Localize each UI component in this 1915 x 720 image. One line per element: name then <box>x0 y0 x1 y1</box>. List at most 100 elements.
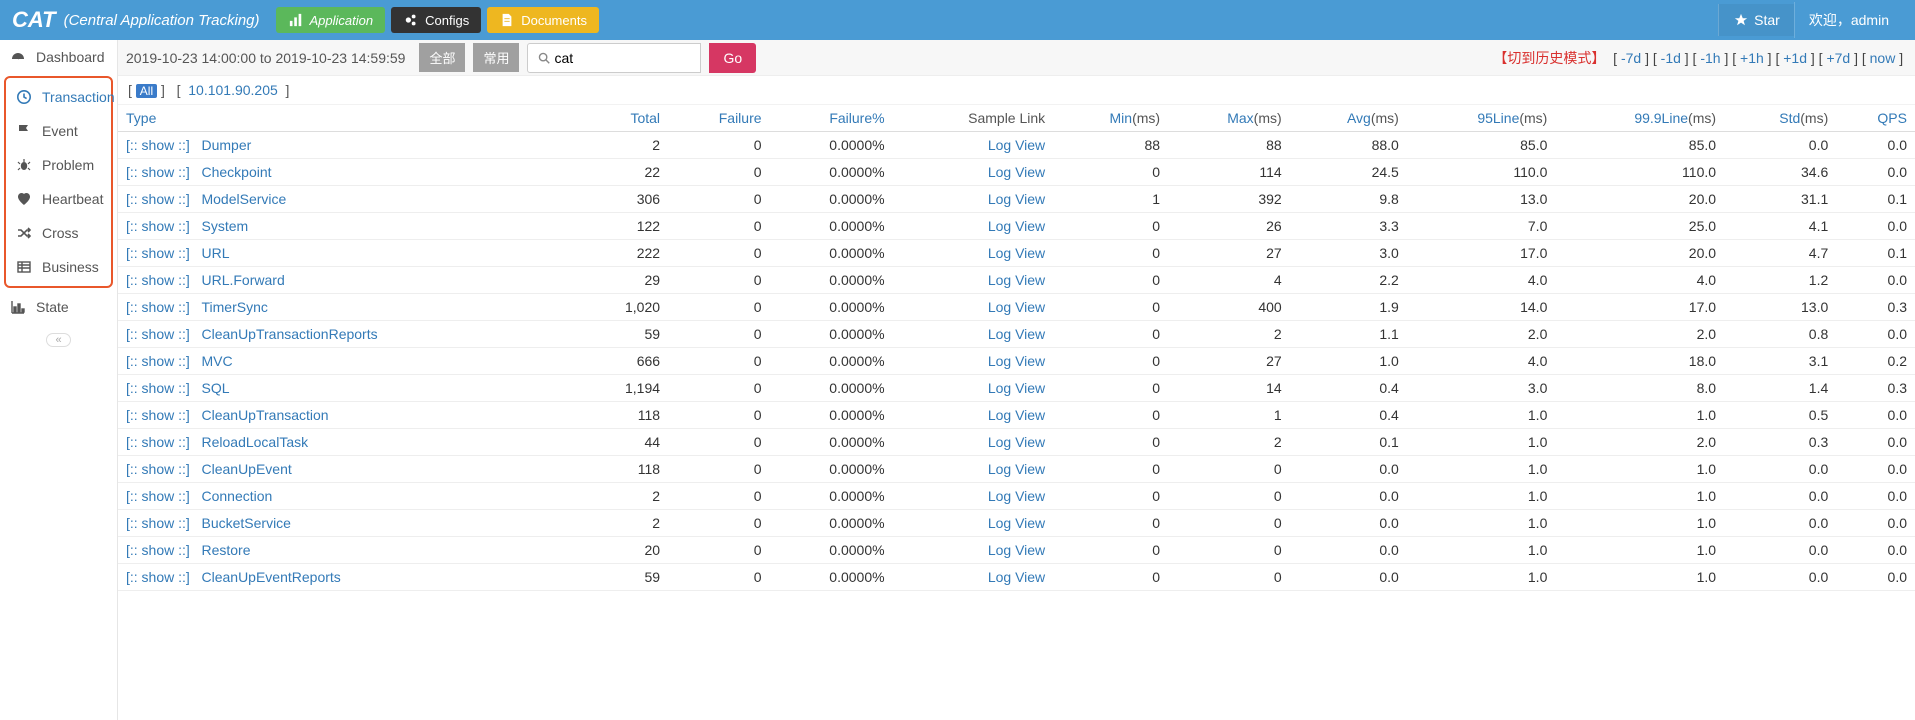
show-toggle[interactable]: [:: show ::] <box>126 515 190 531</box>
log-view-link[interactable]: Log View <box>988 353 1045 369</box>
show-toggle[interactable]: [:: show ::] <box>126 488 190 504</box>
show-toggle[interactable]: [:: show ::] <box>126 299 190 315</box>
log-view-link[interactable]: Log View <box>988 218 1045 234</box>
history-mode-link[interactable]: 【切到历史模式】 <box>1493 50 1605 66</box>
segment-all-button[interactable]: 全部 <box>419 43 465 72</box>
type-link[interactable]: URL <box>201 245 229 261</box>
ip-address-link[interactable]: 10.101.90.205 <box>188 82 278 98</box>
type-link[interactable]: TimerSync <box>201 299 267 315</box>
sidebar-item-problem[interactable]: Problem <box>6 148 111 182</box>
col-total[interactable]: Total <box>580 105 668 132</box>
show-toggle[interactable]: [:: show ::] <box>126 434 190 450</box>
type-link[interactable]: ReloadLocalTask <box>201 434 308 450</box>
sidebar-item-cross[interactable]: Cross <box>6 216 111 250</box>
cell-qps: 0.1 <box>1836 186 1915 213</box>
show-toggle[interactable]: [:: show ::] <box>126 461 190 477</box>
star-button[interactable]: Star <box>1718 4 1794 36</box>
log-view-link[interactable]: Log View <box>988 191 1045 207</box>
show-toggle[interactable]: [:: show ::] <box>126 137 190 153</box>
col-999line[interactable]: 99.9Line(ms) <box>1555 105 1724 132</box>
type-link[interactable]: ModelService <box>201 191 286 207</box>
log-view-link[interactable]: Log View <box>988 407 1045 423</box>
log-view-link[interactable]: Log View <box>988 245 1045 261</box>
col-95line[interactable]: 95Line(ms) <box>1407 105 1556 132</box>
show-toggle[interactable]: [:: show ::] <box>126 164 190 180</box>
col-failurep[interactable]: Failure% <box>770 105 893 132</box>
cell-std: 0.0 <box>1724 510 1836 537</box>
show-toggle[interactable]: [:: show ::] <box>126 218 190 234</box>
type-link[interactable]: CleanUpEventReports <box>201 569 340 585</box>
log-view-link[interactable]: Log View <box>988 434 1045 450</box>
link-minus-7d[interactable]: -7d <box>1621 50 1641 66</box>
table-row: [:: show ::] CleanUpEventReports5900.000… <box>118 564 1915 591</box>
show-toggle[interactable]: [:: show ::] <box>126 272 190 288</box>
log-view-link[interactable]: Log View <box>988 488 1045 504</box>
type-link[interactable]: URL.Forward <box>201 272 284 288</box>
sidebar-item-event[interactable]: Event <box>6 114 111 148</box>
col-avg[interactable]: Avg(ms) <box>1290 105 1407 132</box>
sidebar-item-heartbeat[interactable]: Heartbeat <box>6 182 111 216</box>
type-link[interactable]: CleanUpEvent <box>201 461 291 477</box>
col-max[interactable]: Max(ms) <box>1168 105 1290 132</box>
col-qps[interactable]: QPS <box>1836 105 1915 132</box>
search-box[interactable] <box>527 43 701 73</box>
nav-configs-button[interactable]: Configs <box>391 7 481 33</box>
nav-documents-button[interactable]: Documents <box>487 7 599 33</box>
cell-95line: 1.0 <box>1407 537 1556 564</box>
log-view-link[interactable]: Log View <box>988 326 1045 342</box>
type-link[interactable]: CleanUpTransaction <box>201 407 328 423</box>
ip-all-chip[interactable]: All <box>136 84 157 98</box>
type-link[interactable]: CleanUpTransactionReports <box>201 326 377 342</box>
link-minus-1d[interactable]: -1d <box>1661 50 1681 66</box>
sidebar-item-dashboard[interactable]: Dashboard <box>0 40 117 74</box>
log-view-link[interactable]: Log View <box>988 272 1045 288</box>
type-link[interactable]: SQL <box>201 380 229 396</box>
sidebar-item-state[interactable]: State <box>0 290 117 324</box>
link-plus-7d[interactable]: +7d <box>1826 50 1850 66</box>
col-failure[interactable]: Failure <box>668 105 769 132</box>
link-minus-1h[interactable]: -1h <box>1700 50 1720 66</box>
go-button[interactable]: Go <box>709 43 756 73</box>
bar-chart-alt-icon <box>10 299 26 315</box>
sidebar-item-transaction[interactable]: Transaction <box>6 80 111 114</box>
link-plus-1h[interactable]: +1h <box>1740 50 1764 66</box>
show-toggle[interactable]: [:: show ::] <box>126 569 190 585</box>
col-type[interactable]: Type <box>118 105 580 132</box>
cell-total: 44 <box>580 429 668 456</box>
sidebar-collapse-button[interactable]: « <box>46 333 70 347</box>
cell-max: 392 <box>1168 186 1290 213</box>
col-std[interactable]: Std(ms) <box>1724 105 1836 132</box>
type-link[interactable]: Restore <box>201 542 250 558</box>
show-toggle[interactable]: [:: show ::] <box>126 245 190 261</box>
welcome-text[interactable]: 欢迎，admin <box>1794 2 1903 38</box>
link-now[interactable]: now <box>1870 50 1896 66</box>
log-view-link[interactable]: Log View <box>988 461 1045 477</box>
cell-min: 88 <box>1053 132 1168 159</box>
log-view-link[interactable]: Log View <box>988 515 1045 531</box>
sidebar-item-business[interactable]: Business <box>6 250 111 284</box>
show-toggle[interactable]: [:: show ::] <box>126 353 190 369</box>
col-min[interactable]: Min(ms) <box>1053 105 1168 132</box>
log-view-link[interactable]: Log View <box>988 299 1045 315</box>
log-view-link[interactable]: Log View <box>988 542 1045 558</box>
type-link[interactable]: MVC <box>201 353 232 369</box>
link-plus-1d[interactable]: +1d <box>1783 50 1807 66</box>
cell-failurep: 0.0000% <box>770 348 893 375</box>
log-view-link[interactable]: Log View <box>988 569 1045 585</box>
nav-application-button[interactable]: Application <box>276 7 386 33</box>
show-toggle[interactable]: [:: show ::] <box>126 326 190 342</box>
log-view-link[interactable]: Log View <box>988 164 1045 180</box>
log-view-link[interactable]: Log View <box>988 137 1045 153</box>
type-link[interactable]: Dumper <box>201 137 251 153</box>
search-input[interactable] <box>552 49 692 67</box>
type-link[interactable]: System <box>201 218 248 234</box>
segment-common-button[interactable]: 常用 <box>473 43 519 72</box>
type-link[interactable]: Checkpoint <box>201 164 271 180</box>
type-link[interactable]: BucketService <box>201 515 290 531</box>
show-toggle[interactable]: [:: show ::] <box>126 380 190 396</box>
show-toggle[interactable]: [:: show ::] <box>126 407 190 423</box>
show-toggle[interactable]: [:: show ::] <box>126 191 190 207</box>
show-toggle[interactable]: [:: show ::] <box>126 542 190 558</box>
log-view-link[interactable]: Log View <box>988 380 1045 396</box>
type-link[interactable]: Connection <box>201 488 272 504</box>
